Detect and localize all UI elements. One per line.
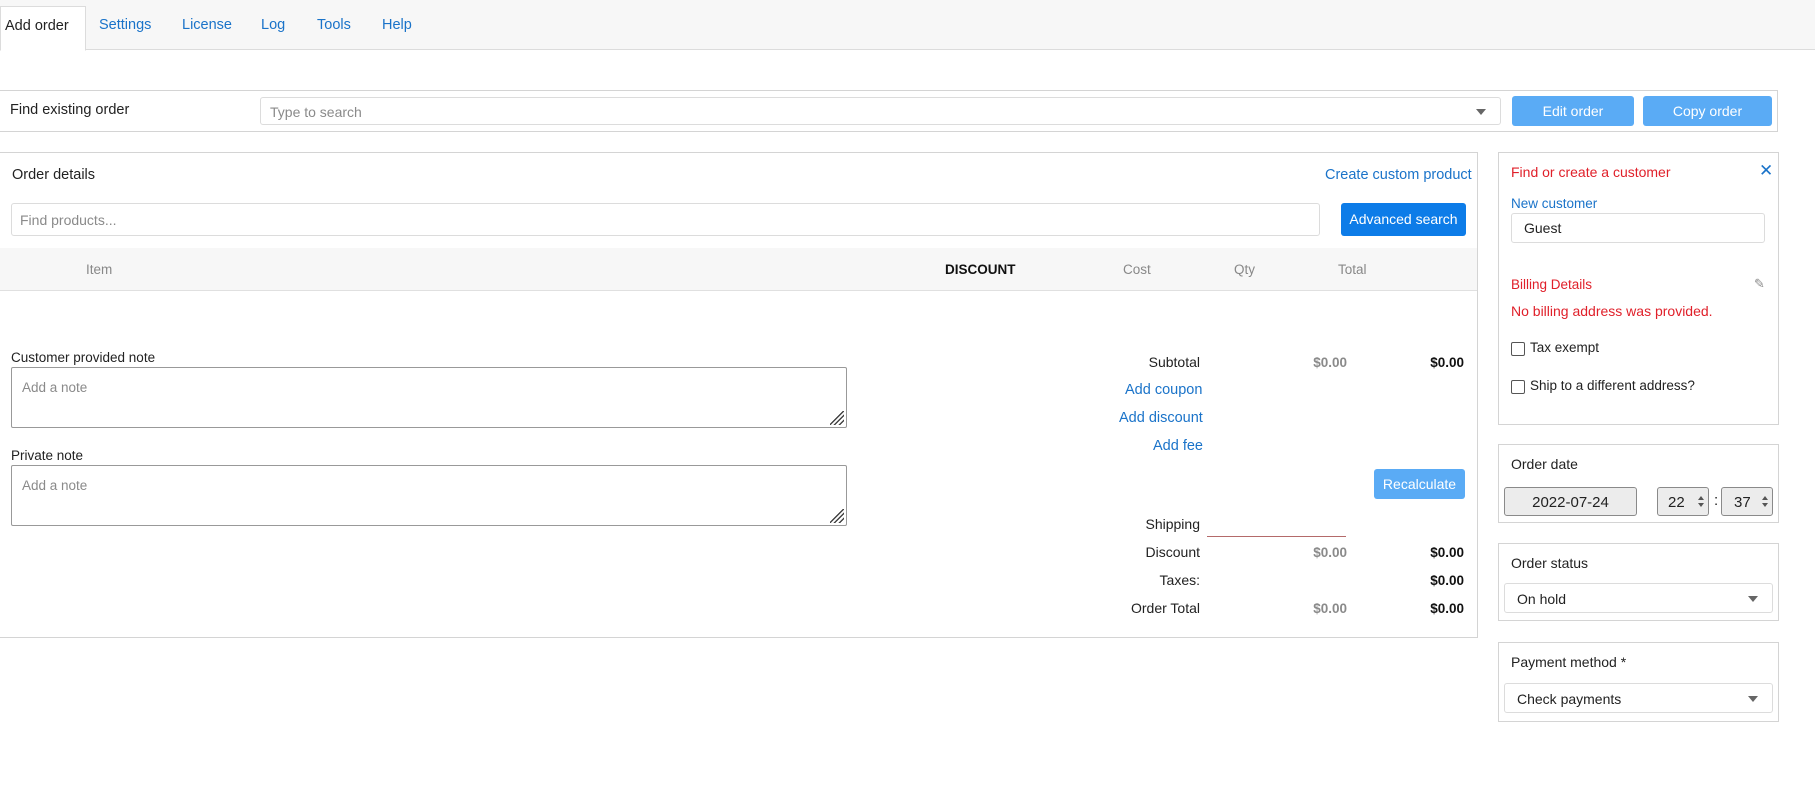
order-search-select[interactable]: Type to search <box>260 97 1501 125</box>
payment-method-select[interactable]: Check payments <box>1504 683 1773 713</box>
shipping-label: Shipping <box>1145 516 1201 532</box>
column-item: Item <box>86 262 113 277</box>
tab-settings[interactable]: Settings <box>99 6 151 44</box>
items-table-header: Item DISCOUNT Cost Qty Total <box>0 248 1477 291</box>
order-minute-value: 37 <box>1734 494 1751 511</box>
private-note-textarea[interactable]: Add a note <box>11 465 847 526</box>
resize-grip-icon[interactable] <box>830 411 844 425</box>
column-total: Total <box>1338 262 1367 277</box>
recalculate-button[interactable]: Recalculate <box>1374 469 1465 499</box>
tab-add-order[interactable]: Add order <box>0 6 86 51</box>
add-discount-link[interactable]: Add discount <box>1119 410 1203 426</box>
tab-license[interactable]: License <box>182 6 232 44</box>
customer-input[interactable]: Guest <box>1511 213 1765 243</box>
no-billing-address-text: No billing address was provided. <box>1511 303 1713 319</box>
customer-value: Guest <box>1524 220 1562 236</box>
top-tab-bar: Add order Settings License Log Tools Hel… <box>0 0 1815 51</box>
pencil-icon[interactable]: ✎ <box>1754 276 1765 292</box>
add-coupon-link[interactable]: Add coupon <box>1125 382 1202 398</box>
order-total-label: Order Total <box>1131 600 1200 616</box>
order-date-input[interactable]: 2022-07-24 <box>1504 487 1637 516</box>
customer-note-placeholder: Add a note <box>22 380 88 395</box>
shipping-underline <box>1207 536 1346 537</box>
tax-exempt-checkbox[interactable] <box>1511 342 1525 356</box>
order-details-panel: Order details Create custom product Find… <box>0 152 1478 638</box>
tab-tools[interactable]: Tools <box>317 6 351 44</box>
order-hour-value: 22 <box>1668 494 1685 511</box>
find-create-customer-title: Find or create a customer <box>1511 164 1671 180</box>
column-cost: Cost <box>1123 262 1151 277</box>
discount-label: Discount <box>1145 544 1200 560</box>
edit-order-button[interactable]: Edit order <box>1512 96 1634 126</box>
find-existing-order-label: Find existing order <box>10 102 130 118</box>
create-custom-product-link[interactable]: Create custom product <box>1325 167 1472 183</box>
column-discount: DISCOUNT <box>945 262 1016 277</box>
chevron-down-icon[interactable] <box>1748 596 1758 602</box>
subtotal-label: Subtotal <box>1148 354 1200 370</box>
time-separator: : <box>1714 492 1719 509</box>
subtotal-grey-value: $0.00 <box>1313 355 1347 370</box>
column-qty: Qty <box>1234 262 1256 277</box>
product-search-placeholder: Find products... <box>20 212 117 228</box>
order-status-title: Order status <box>1511 555 1589 571</box>
order-hour-input[interactable]: 22 <box>1657 487 1709 516</box>
payment-method-title: Payment method * <box>1511 654 1627 670</box>
private-note-placeholder: Add a note <box>22 478 88 493</box>
ship-different-label: Ship to a different address? <box>1530 378 1695 393</box>
taxes-value: $0.00 <box>1430 573 1464 588</box>
tax-exempt-label: Tax exempt <box>1530 340 1600 355</box>
chevron-down-icon[interactable] <box>1476 109 1486 115</box>
billing-details-title: Billing Details <box>1511 277 1593 292</box>
payment-method-value: Check payments <box>1517 691 1622 707</box>
discount-value: $0.00 <box>1430 545 1464 560</box>
customer-note-label: Customer provided note <box>11 350 156 365</box>
order-date-title: Order date <box>1511 456 1578 472</box>
order-total-grey-value: $0.00 <box>1313 601 1347 616</box>
order-search-placeholder: Type to search <box>270 104 362 120</box>
new-customer-link[interactable]: New customer <box>1511 196 1597 211</box>
ship-different-checkbox[interactable] <box>1511 380 1525 394</box>
product-search-input[interactable]: Find products... <box>11 203 1320 236</box>
tab-help[interactable]: Help <box>382 6 412 44</box>
add-fee-link[interactable]: Add fee <box>1153 438 1203 454</box>
advanced-search-button[interactable]: Advanced search <box>1341 203 1466 236</box>
order-date-panel: Order date 2022-07-24 22 : 37 <box>1498 444 1779 523</box>
copy-order-button[interactable]: Copy order <box>1643 96 1772 126</box>
discount-grey-value: $0.00 <box>1313 545 1347 560</box>
order-minute-input[interactable]: 37 <box>1721 487 1773 516</box>
order-status-select[interactable]: On hold <box>1504 583 1773 613</box>
order-status-value: On hold <box>1517 591 1567 607</box>
find-existing-order-bar: Find existing order Type to search Edit … <box>0 90 1778 132</box>
taxes-label: Taxes: <box>1159 572 1200 588</box>
tab-log[interactable]: Log <box>261 6 285 44</box>
chevron-down-icon[interactable] <box>1748 696 1758 702</box>
order-status-panel: Order status On hold <box>1498 543 1779 621</box>
order-details-title: Order details <box>12 167 96 183</box>
subtotal-value: $0.00 <box>1430 355 1464 370</box>
private-note-label: Private note <box>11 448 84 463</box>
payment-method-panel: Payment method * Check payments <box>1498 642 1779 722</box>
close-icon[interactable]: ✕ <box>1759 162 1773 179</box>
customer-note-textarea[interactable]: Add a note <box>11 367 847 428</box>
customer-panel: Find or create a customer ✕ New customer… <box>1498 152 1779 425</box>
resize-grip-icon[interactable] <box>830 509 844 523</box>
order-total-value: $0.00 <box>1430 601 1464 616</box>
